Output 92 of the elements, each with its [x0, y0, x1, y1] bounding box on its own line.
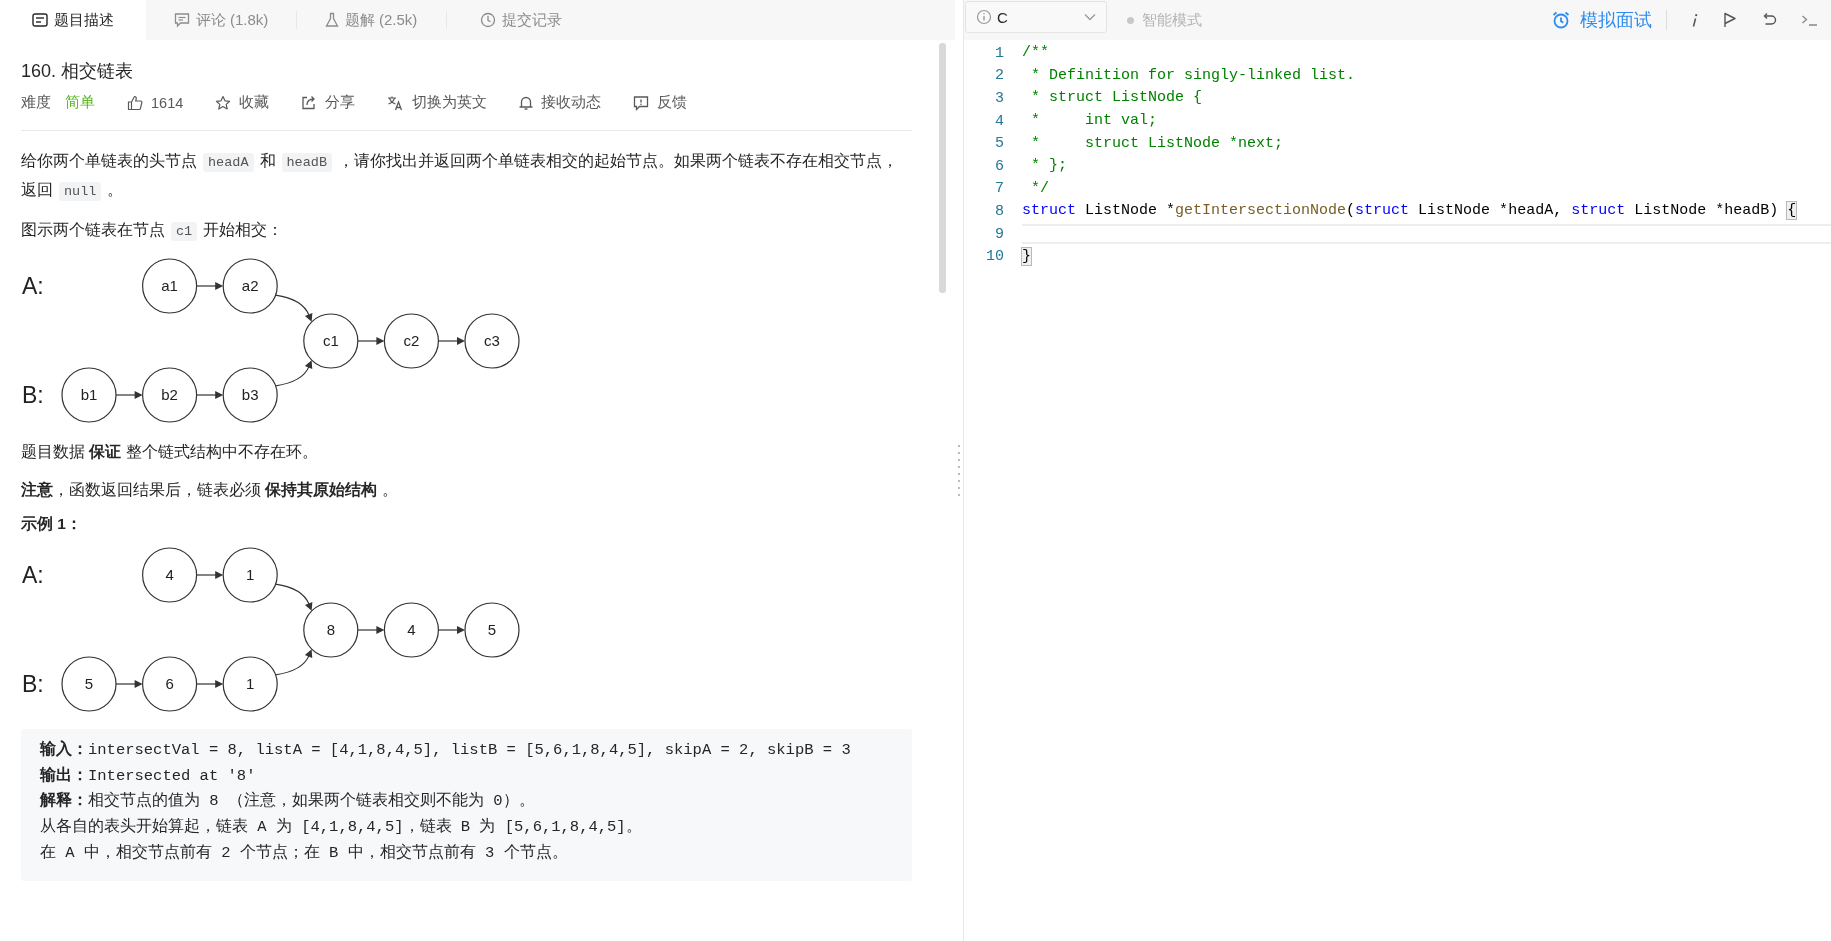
- list-label: B:: [22, 382, 44, 408]
- difficulty-tag: 简单: [65, 93, 95, 112]
- line-number: 3: [994, 90, 1004, 107]
- example-line: 在 A 中，相交节点前有 2 个节点；在 B 中，相交节点前有 3 个节点。: [40, 842, 569, 864]
- language-dropdown[interactable]: C: [965, 1, 1107, 33]
- arrow: [437, 337, 465, 345]
- arrow: [274, 583, 313, 611]
- line-number: 4: [994, 112, 1004, 130]
- list-node: 5: [61, 656, 117, 712]
- list-node: a1: [142, 258, 198, 314]
- resize-handle[interactable]: [955, 0, 964, 941]
- code-line: * };: [1030, 156, 1068, 177]
- code-line: */: [1030, 178, 1050, 199]
- arrow: [274, 360, 313, 387]
- list-node: 1: [222, 547, 278, 603]
- example-line: 从各自的表头开始算起，链表 A 为 [4,1,8,4,5]，链表 B 为 [5,6,1,8,4,5]。: [40, 817, 643, 839]
- paragraph: 注意，函数返回结果后，链表必须 保持其原始结构 。: [21, 480, 399, 500]
- code-line: /**: [1022, 43, 1050, 64]
- list-node: c2: [383, 313, 439, 369]
- difficulty-label: 难度: [21, 93, 51, 112]
- line-number: 1: [994, 44, 1004, 62]
- list-node: 4: [383, 602, 439, 658]
- alarm-clock-icon: [1551, 10, 1571, 30]
- example-line: 解释：相交节点的值为 8 （注意，如果两个链表相交则不能为 0）。: [40, 790, 536, 813]
- list-node: a2: [222, 258, 278, 314]
- paragraph: 题目数据 保证 整个链式结构中不存在环。: [21, 442, 319, 462]
- example-line: 输出：Intersected at '8': [40, 765, 257, 787]
- arrow: [274, 649, 313, 676]
- list-node: 4: [142, 547, 198, 603]
- list-node: 6: [142, 656, 198, 712]
- code-line: * int val;: [1030, 111, 1159, 132]
- arrow: [357, 337, 385, 345]
- star-icon: [215, 94, 232, 111]
- action-button[interactable]: 分享: [301, 93, 356, 112]
- flask-icon: [324, 12, 339, 28]
- code-line: * struct ListNode *next;: [1030, 133, 1285, 154]
- line-number: 5: [994, 135, 1004, 153]
- example-heading: 示例 1：: [21, 514, 83, 534]
- arrow: [115, 680, 143, 688]
- list-label: A:: [22, 273, 44, 299]
- chevron-down-icon: [1084, 13, 1096, 21]
- list-node: c3: [464, 313, 520, 369]
- list-node: b3: [222, 367, 278, 423]
- action-button[interactable]: 收藏: [215, 93, 270, 112]
- list-label: B:: [22, 671, 44, 697]
- like-button[interactable]: 1614: [127, 94, 184, 111]
- arrow: [115, 391, 143, 399]
- line-number: 2: [994, 67, 1004, 85]
- arrow: [196, 680, 224, 688]
- arrow: [274, 294, 313, 322]
- list-node: 1: [222, 656, 278, 712]
- comment-icon: [173, 12, 190, 28]
- list-node: b1: [61, 367, 117, 423]
- list-label: A:: [22, 562, 44, 588]
- undo-icon: [1761, 12, 1777, 28]
- line-number: 6: [994, 157, 1004, 175]
- paragraph: 图示两个链表在节点 c1 开始相交：: [21, 220, 285, 243]
- bell-icon: [519, 94, 534, 111]
- terminal-icon: [1801, 13, 1819, 27]
- code-line: * struct ListNode {: [1030, 88, 1204, 109]
- action-button[interactable]: 切换为英文: [387, 93, 488, 112]
- clock-icon: [480, 12, 496, 28]
- tab[interactable]: 题目描述: [0, 0, 146, 40]
- arrow: [196, 571, 224, 579]
- action-button[interactable]: 反馈: [633, 93, 688, 112]
- translate-icon: [387, 94, 405, 111]
- list-node: b2: [142, 367, 198, 423]
- line-number: 9: [994, 225, 1004, 243]
- document-icon: [32, 13, 48, 27]
- flag-icon: [1723, 12, 1737, 28]
- list-node: c1: [303, 313, 359, 369]
- line-number: 7: [994, 180, 1004, 198]
- action-button[interactable]: 接收动态: [519, 93, 602, 112]
- arrow: [357, 626, 385, 634]
- paragraph: 给你两个单链表的头节点 headA 和 headB ，请你找出并返回两个单链表相交的起始节点。如果两个链表不存在相交节点，返回 null 。: [21, 151, 900, 203]
- thumbs-up-icon: [127, 94, 143, 111]
- arrow: [196, 282, 224, 290]
- arrow: [196, 391, 224, 399]
- share-icon: [301, 94, 318, 111]
- info-icon: [1691, 12, 1699, 28]
- code-line: struct ListNode *getIntersectionNode(struct ListNode *headA, struct ListNode *headB) {: [1022, 201, 1798, 222]
- arrow: [437, 626, 465, 634]
- list-node: 5: [464, 602, 520, 658]
- problem-title: 160. 相交链表: [21, 60, 135, 82]
- code-line: * Definition for singly-linked list.: [1030, 65, 1357, 86]
- list-node: 8: [303, 602, 359, 658]
- info-icon: [976, 9, 992, 25]
- scrollbar[interactable]: [939, 43, 946, 293]
- feedback-icon: [633, 94, 650, 111]
- line-number: 8: [994, 202, 1004, 220]
- example-line: 输入：intersectVal = 8, listA = [4,1,8,4,5], listB = [5,6,1,8,4,5], skipA = 2, skipB = 3: [40, 739, 852, 761]
- line-number: 10: [985, 248, 1004, 266]
